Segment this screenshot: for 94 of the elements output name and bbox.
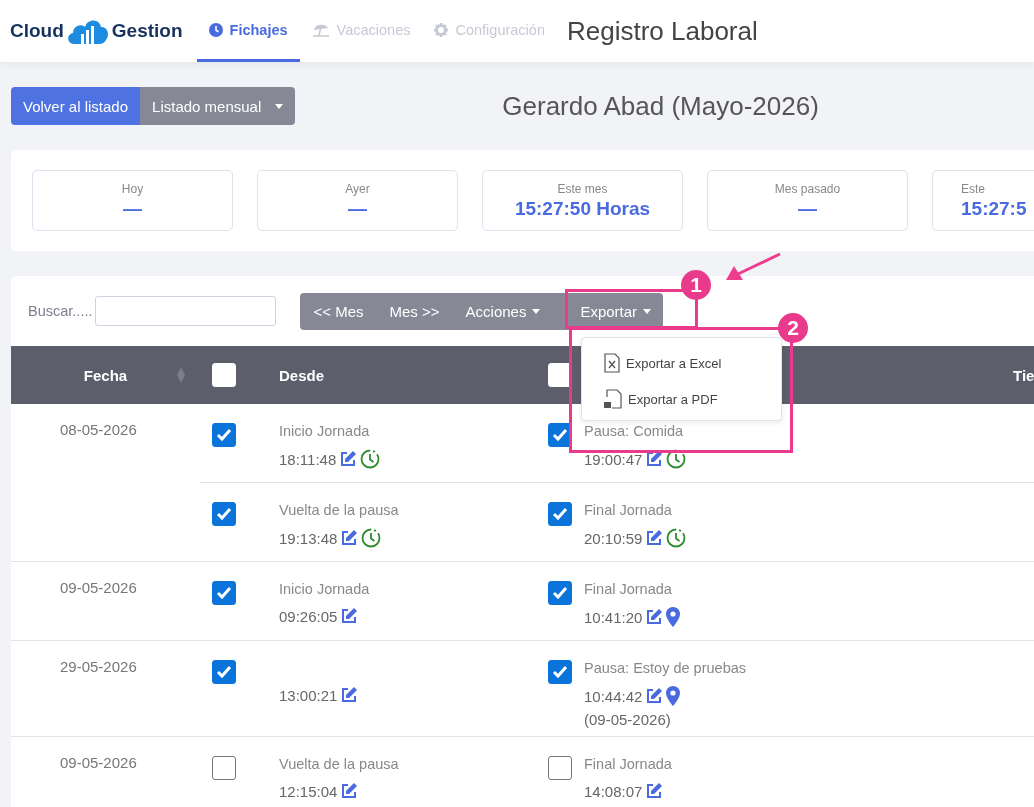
- search-field[interactable]: [95, 296, 277, 326]
- clock-icon[interactable]: [361, 528, 382, 548]
- edit-icon[interactable]: [645, 608, 664, 626]
- event-label: Final Jornada: [584, 756, 673, 774]
- event-label: Vuelta de la pausa: [279, 502, 400, 520]
- edit-icon[interactable]: [340, 607, 359, 625]
- row-checkbox[interactable]: [548, 502, 572, 526]
- event-note: (09-05-2026): [584, 711, 672, 728]
- column-header[interactable]: Tie: [1013, 366, 1034, 384]
- summary-value: —: [123, 197, 142, 220]
- clock-icon: [208, 22, 223, 37]
- edit-icon[interactable]: [340, 686, 359, 704]
- event-label: Pausa: Comida: [584, 423, 685, 441]
- checkmark-icon: [552, 507, 568, 521]
- toolbar-button[interactable]: Mes >>: [376, 292, 453, 330]
- date-cell-text: 29-05-2026: [59, 657, 138, 677]
- edit-icon[interactable]: [340, 529, 359, 547]
- edit-icon[interactable]: [645, 782, 664, 800]
- event-label: Vuelta de la pausa: [279, 756, 400, 774]
- column-header[interactable]: Desde: [279, 366, 325, 384]
- checkmark-icon: [552, 428, 568, 442]
- event-label: Inicio Jornada: [279, 581, 371, 599]
- excel-file-icon: [604, 353, 620, 373]
- event-label: Final Jornada: [584, 502, 673, 520]
- back-button[interactable]: Volver al listado: [11, 87, 141, 125]
- event-time: 10:41:20: [584, 608, 643, 626]
- monthly-list-dropdown[interactable]: Listado mensual: [140, 87, 296, 125]
- edit-icon[interactable]: [645, 687, 664, 705]
- summary-value: —: [348, 197, 367, 220]
- nav-tab[interactable]: Fichajes: [196, 0, 300, 62]
- event-time: 09:26:05: [279, 607, 338, 625]
- row-checkbox[interactable]: [548, 756, 572, 780]
- edit-icon[interactable]: [645, 450, 664, 468]
- column-header[interactable]: Fecha: [83, 366, 128, 384]
- employee-heading: Gerardo Abad (Mayo-2026): [502, 90, 819, 122]
- checkmark-icon: [216, 665, 232, 679]
- edit-icon[interactable]: [339, 450, 358, 468]
- event-time: 19:13:48: [279, 529, 338, 547]
- date-cell-text: 08-05-2026: [59, 420, 138, 440]
- row-checkbox[interactable]: [548, 660, 572, 684]
- date-cell-text: 09-05-2026: [59, 578, 138, 598]
- logo-text: Gestion: [111, 20, 183, 42]
- edit-icon[interactable]: [645, 529, 664, 547]
- checkmark-icon: [216, 586, 232, 600]
- checkmark-icon: [552, 665, 568, 679]
- step-number-badge: 1: [681, 270, 711, 300]
- pdf-file-icon: [604, 389, 622, 409]
- row-checkbox[interactable]: [212, 502, 236, 526]
- row-checkbox[interactable]: [212, 581, 236, 605]
- toolbar-button[interactable]: << Mes: [300, 292, 377, 330]
- event-label: Inicio Jornada: [279, 423, 371, 441]
- menu-item[interactable]: Exportar a PDF: [582, 381, 781, 417]
- event-time: 18:11:48: [279, 450, 337, 468]
- event-time: 10:44:42: [584, 687, 643, 705]
- caret-icon: [275, 103, 284, 109]
- menu-item[interactable]: Exportar a Excel: [582, 345, 781, 381]
- checkmark-icon: [552, 586, 568, 600]
- summary-label: Este: [961, 181, 985, 196]
- select-all-checkbox[interactable]: [212, 363, 236, 387]
- date-cell-text: 09-05-2026: [59, 753, 138, 773]
- row-checkbox[interactable]: [212, 423, 236, 447]
- event-label: Final Jornada: [584, 581, 673, 599]
- event-time: 13:00:21: [279, 686, 338, 704]
- row-checkbox[interactable]: [212, 756, 236, 780]
- summary-value: 15:27:50 Horas: [514, 197, 651, 220]
- event-time: 14:08:07: [584, 782, 643, 800]
- event-time: 12:15:04: [279, 782, 338, 800]
- row-checkbox[interactable]: [548, 581, 572, 605]
- logo-text: Cloud: [10, 20, 64, 42]
- summary-label: Ayer: [345, 181, 370, 196]
- location-pin-icon[interactable]: [666, 686, 681, 706]
- select-all-checkbox[interactable]: [548, 363, 572, 387]
- toolbar-button[interactable]: Exportar: [567, 292, 664, 330]
- beach-umbrella-icon: [311, 22, 330, 37]
- toolbar-button[interactable]: Acciones: [452, 292, 554, 330]
- summary-value: 15:27:5: [961, 197, 1027, 220]
- search-label: Buscar.....: [28, 303, 93, 319]
- event-label: Pausa: Estoy de pruebas: [584, 660, 748, 678]
- row-checkbox[interactable]: [548, 423, 572, 447]
- summary-label: Este mes: [557, 181, 608, 196]
- clock-icon[interactable]: [666, 528, 687, 548]
- event-time: 20:10:59: [584, 529, 643, 547]
- edit-icon[interactable]: [340, 782, 359, 800]
- page-title: Registro Laboral: [566, 15, 758, 47]
- location-pin-icon[interactable]: [666, 607, 681, 627]
- summary-value: —: [798, 197, 817, 220]
- row-checkbox[interactable]: [212, 660, 236, 684]
- summary-label: Mes pasado: [774, 181, 841, 196]
- event-time: 19:00:47: [584, 450, 643, 468]
- summary-label: Hoy: [121, 181, 144, 196]
- settings-icon: [434, 22, 449, 37]
- checkmark-icon: [216, 428, 232, 442]
- clock-icon[interactable]: [360, 449, 381, 469]
- checkmark-icon: [216, 507, 232, 521]
